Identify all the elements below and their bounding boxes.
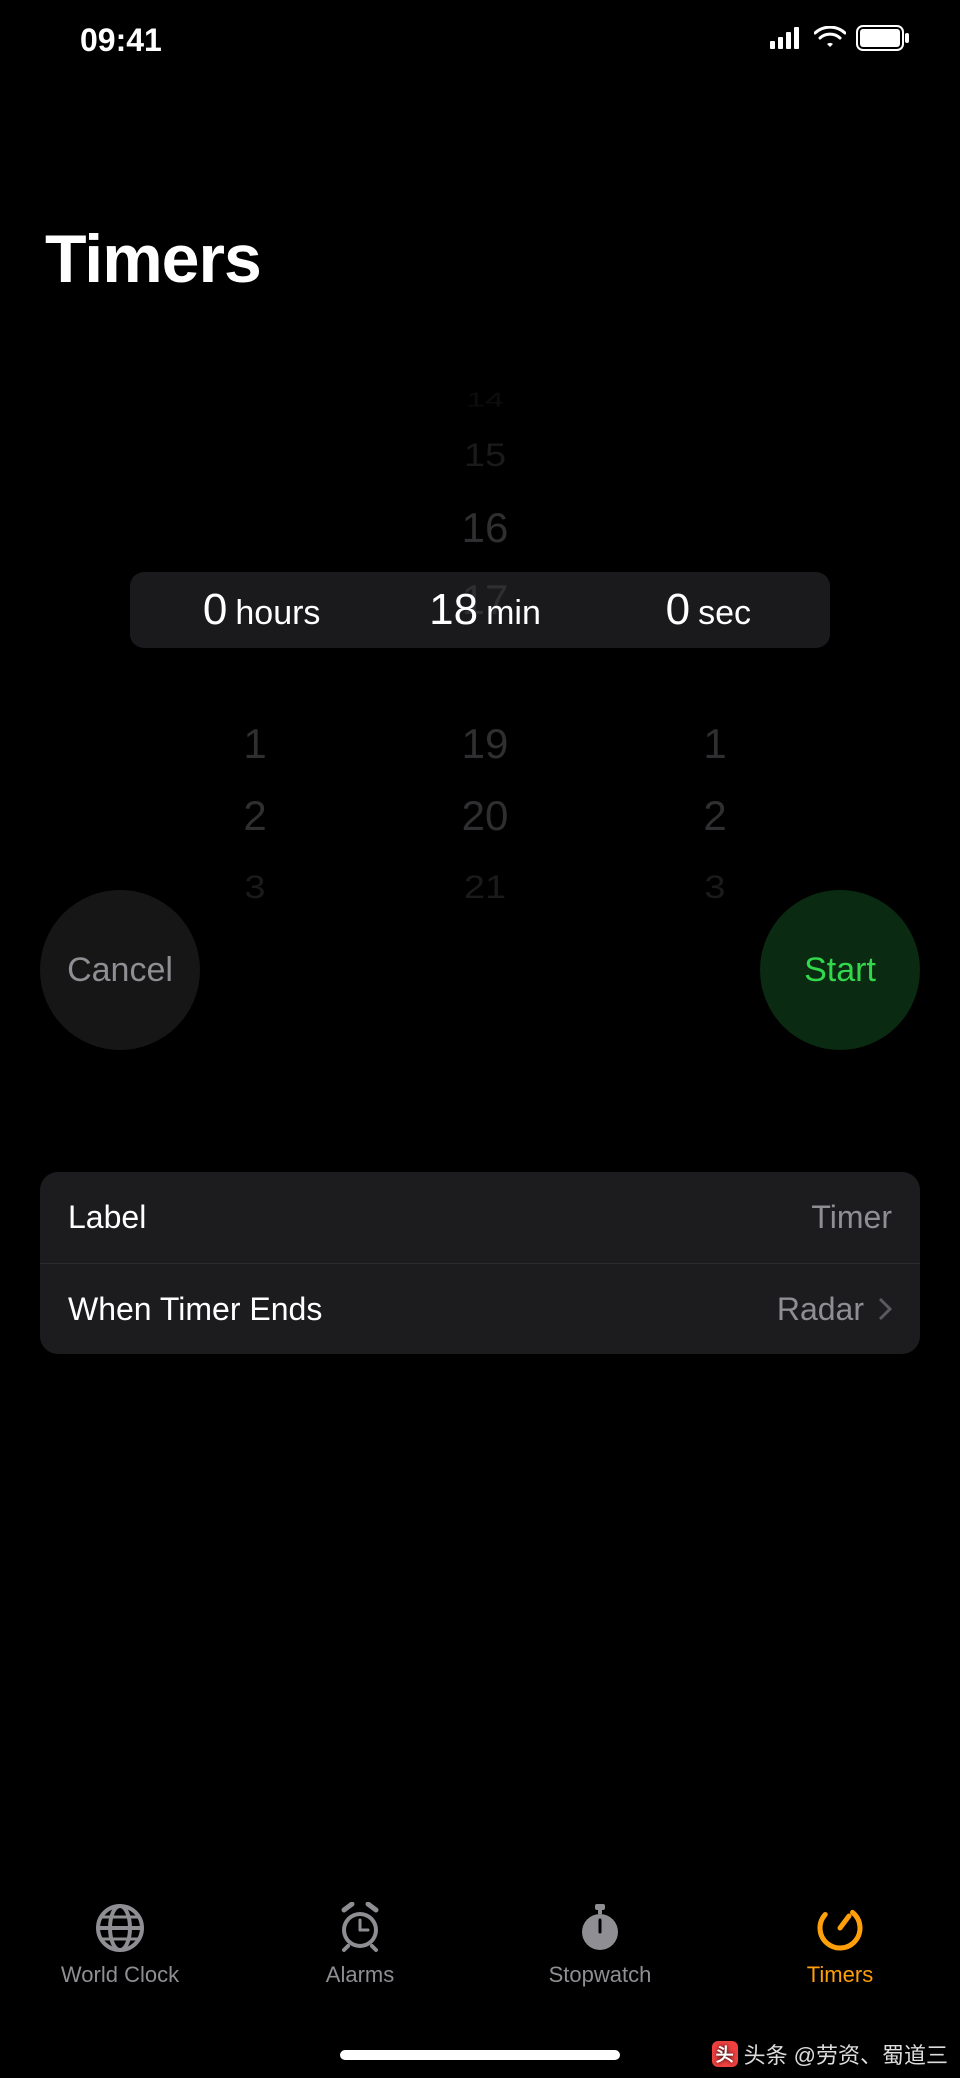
- label-row-title: Label: [68, 1199, 146, 1236]
- tab-label: Stopwatch: [549, 1962, 652, 1988]
- seconds-unit: sec: [698, 594, 751, 633]
- watermark-handle: @劳资、蜀道三: [794, 2038, 948, 2070]
- end-row-title: When Timer Ends: [68, 1291, 322, 1328]
- seconds-value: 0: [666, 585, 690, 635]
- wheel-value: 14: [370, 388, 600, 412]
- label-row-value: Timer: [811, 1199, 892, 1236]
- cancel-button[interactable]: Cancel: [40, 890, 200, 1050]
- duration-picker[interactable]: 14 15 16 17 19 20 21 1 2 3: [0, 380, 960, 760]
- tab-alarms[interactable]: Alarms: [240, 1870, 480, 2000]
- timer-icon: [814, 1902, 866, 1954]
- watermark-brand: 头条: [744, 2038, 788, 2070]
- tab-stopwatch[interactable]: Stopwatch: [480, 1870, 720, 2000]
- chevron-right-icon: [878, 1297, 892, 1321]
- wifi-icon: [814, 26, 846, 55]
- stopwatch-icon: [574, 1902, 626, 1954]
- seconds-wheel[interactable]: 1 2 3: [600, 380, 830, 760]
- tab-timers[interactable]: Timers: [720, 1870, 960, 2000]
- minutes-unit: min: [486, 594, 541, 633]
- status-icons: [770, 25, 910, 56]
- page-title: Timers: [45, 220, 261, 298]
- wheel-value: 15: [370, 425, 600, 486]
- wheel-value: 2: [600, 780, 830, 852]
- hours-wheel[interactable]: 1 2 3: [140, 380, 370, 760]
- tab-label: Alarms: [326, 1962, 394, 1988]
- tab-world-clock[interactable]: World Clock: [0, 1870, 240, 2000]
- home-indicator[interactable]: [340, 2050, 620, 2060]
- battery-icon: [856, 25, 910, 56]
- wheel-value: 2: [140, 780, 370, 852]
- wheel-value: 1: [140, 708, 370, 780]
- timer-settings: Label Timer When Timer Ends Radar: [40, 1172, 920, 1354]
- wheel-value: 19: [370, 708, 600, 780]
- status-time: 09:41: [80, 22, 162, 59]
- tab-bar: World Clock Alarms Stopwatch Timers: [0, 1870, 960, 2000]
- tab-label: Timers: [807, 1962, 873, 1988]
- picker-selected-row: 0 hours 18 min 0 sec: [0, 572, 960, 648]
- tab-label: World Clock: [61, 1962, 179, 1988]
- cellular-icon: [770, 27, 804, 54]
- wheel-value: 20: [370, 780, 600, 852]
- action-buttons: Cancel Start: [0, 890, 960, 1070]
- start-button[interactable]: Start: [760, 890, 920, 1050]
- hours-value: 0: [203, 585, 227, 635]
- minutes-wheel[interactable]: 14 15 16 17 19 20 21: [370, 380, 600, 760]
- when-timer-ends-row[interactable]: When Timer Ends Radar: [40, 1263, 920, 1354]
- end-row-value: Radar: [777, 1291, 864, 1328]
- label-row[interactable]: Label Timer: [40, 1172, 920, 1263]
- watermark-logo-icon: 头: [712, 2041, 738, 2067]
- minutes-value: 18: [429, 585, 478, 635]
- status-bar: 09:41: [0, 0, 960, 80]
- hours-unit: hours: [235, 594, 320, 633]
- globe-icon: [94, 1902, 146, 1954]
- wheel-value: 16: [370, 492, 600, 564]
- wheel-value: 1: [600, 708, 830, 780]
- alarm-icon: [334, 1902, 386, 1954]
- watermark: 头 头条 @劳资、蜀道三: [712, 2038, 948, 2070]
